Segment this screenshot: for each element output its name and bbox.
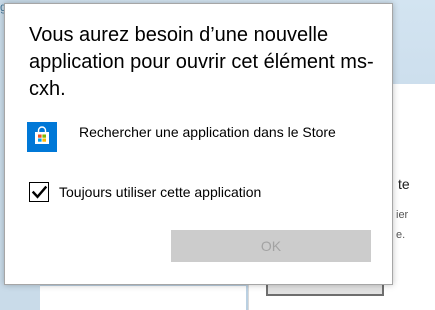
checkmark-icon [31, 185, 48, 199]
background-card-heading: te [398, 176, 410, 192]
ok-button[interactable]: OK [171, 230, 371, 262]
search-store-option[interactable]: Rechercher une application dans le Store [27, 120, 367, 164]
background-card-text: ier [396, 209, 409, 221]
open-with-dialog: Vous aurez besoin d’une nouvelle applica… [4, 3, 393, 285]
always-use-row[interactable]: Toujours utiliser cette application [29, 180, 261, 204]
background-panel [40, 286, 246, 310]
search-store-label: Rechercher une application dans le Store [79, 124, 336, 140]
always-use-label: Toujours utiliser cette application [59, 184, 262, 200]
store-bag-icon [27, 122, 57, 152]
dialog-title: Vous aurez besoin d’une nouvelle applica… [29, 24, 374, 100]
background-card-text: e. [396, 229, 406, 241]
always-use-checkbox[interactable] [29, 182, 49, 202]
